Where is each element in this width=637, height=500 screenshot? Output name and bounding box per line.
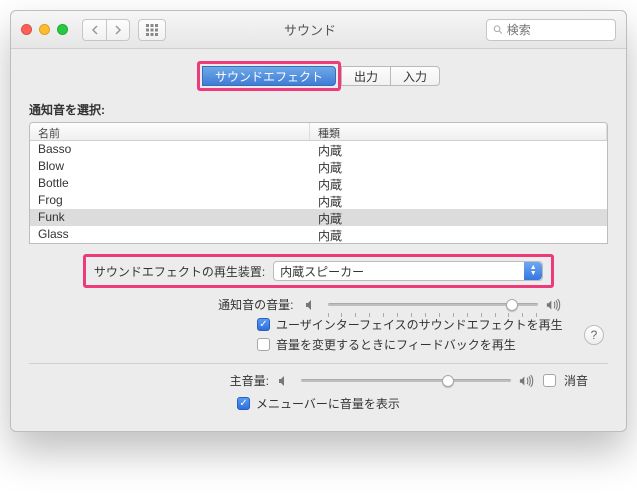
cell-name: Blow	[30, 158, 310, 175]
cell-kind: 内蔵	[310, 192, 607, 209]
device-row-wrap: サウンドエフェクトの再生装置: 内蔵スピーカー ▲▼	[83, 254, 554, 288]
close-icon[interactable]	[21, 24, 32, 35]
alert-volume-slider[interactable]	[328, 297, 538, 313]
divider	[29, 363, 608, 364]
nav-buttons	[82, 19, 130, 41]
alert-volume-row: 通知音の音量:	[29, 296, 608, 313]
minimize-icon[interactable]	[39, 24, 50, 35]
cell-kind: 内蔵	[310, 226, 607, 243]
tab-output[interactable]: 出力	[341, 66, 391, 86]
table-row[interactable]: Glass内蔵	[30, 226, 607, 243]
cell-name: Glass	[30, 226, 310, 243]
table-row[interactable]: Bottle内蔵	[30, 175, 607, 192]
feedback-label: 音量を変更するときにフィードバックを再生	[276, 336, 516, 353]
annotation-highlight: サウンドエフェクトの再生装置: 内蔵スピーカー ▲▼	[83, 254, 554, 288]
sound-preference-window: サウンド サウンドエフェクト 出力 入力 通知音を選択: 名前 種類 Basso…	[10, 10, 627, 432]
speaker-high-icon	[546, 298, 562, 312]
device-label: サウンドエフェクトの再生装置:	[94, 263, 265, 280]
cell-name: Basso	[30, 141, 310, 158]
tab-sound-effects[interactable]: サウンドエフェクト	[202, 66, 336, 86]
alert-sound-table: 名前 種類 Basso内蔵Blow内蔵Bottle内蔵Frog内蔵Funk内蔵G…	[29, 122, 608, 244]
col-name[interactable]: 名前	[30, 123, 310, 140]
cell-name: Frog	[30, 192, 310, 209]
checks-area: ユーザインターフェイスのサウンドエフェクトを再生 音量を変更するときにフィードバ…	[29, 316, 608, 353]
back-button[interactable]	[82, 19, 106, 41]
table-header: 名前 種類	[30, 123, 607, 141]
menubar-label: メニューバーに音量を表示	[256, 395, 400, 412]
speaker-low-icon	[304, 298, 320, 312]
speaker-high-icon	[519, 374, 535, 388]
window-controls	[21, 24, 68, 35]
table-row[interactable]: Blow内蔵	[30, 158, 607, 175]
forward-button[interactable]	[106, 19, 130, 41]
mute-label: 消音	[564, 372, 588, 389]
window-title: サウンド	[158, 20, 462, 39]
speaker-low-icon	[277, 374, 293, 388]
alert-sound-label: 通知音を選択:	[29, 101, 608, 118]
tabs-row: サウンドエフェクト 出力 入力	[29, 61, 608, 91]
zoom-icon[interactable]	[57, 24, 68, 35]
col-kind[interactable]: 種類	[310, 123, 607, 140]
feedback-checkbox-row: 音量を変更するときにフィードバックを再生	[257, 336, 608, 353]
cell-kind: 内蔵	[310, 175, 607, 192]
ui-sfx-checkbox-row: ユーザインターフェイスのサウンドエフェクトを再生	[257, 316, 608, 333]
table-body: Basso内蔵Blow内蔵Bottle内蔵Frog内蔵Funk内蔵Glass内蔵	[30, 141, 607, 243]
search-input[interactable]	[507, 23, 609, 37]
cell-name: Funk	[30, 209, 310, 226]
cell-kind: 内蔵	[310, 209, 607, 226]
main-volume-label: 主音量:	[49, 372, 269, 389]
titlebar: サウンド	[11, 11, 626, 49]
table-row[interactable]: Funk内蔵	[30, 209, 607, 226]
device-value: 内蔵スピーカー	[280, 263, 364, 280]
table-row[interactable]: Basso内蔵	[30, 141, 607, 158]
help-button[interactable]: ?	[584, 325, 604, 345]
device-select[interactable]: 内蔵スピーカー ▲▼	[273, 261, 543, 281]
cell-kind: 内蔵	[310, 141, 607, 158]
ui-sfx-label: ユーザインターフェイスのサウンドエフェクトを再生	[276, 316, 563, 333]
table-row[interactable]: Frog内蔵	[30, 192, 607, 209]
cell-kind: 内蔵	[310, 158, 607, 175]
feedback-checkbox[interactable]	[257, 338, 270, 351]
cell-name: Bottle	[30, 175, 310, 192]
select-arrows-icon: ▲▼	[524, 262, 542, 280]
menubar-checkbox[interactable]	[237, 397, 250, 410]
annotation-highlight: サウンドエフェクト	[197, 61, 341, 91]
content: サウンドエフェクト 出力 入力 通知音を選択: 名前 種類 Basso内蔵Blo…	[11, 49, 626, 431]
alert-volume-label: 通知音の音量:	[76, 296, 296, 313]
device-row: サウンドエフェクトの再生装置: 内蔵スピーカー ▲▼	[94, 261, 543, 281]
menubar-checkbox-row: メニューバーに音量を表示	[29, 395, 608, 412]
ui-sfx-checkbox[interactable]	[257, 318, 270, 331]
search-field[interactable]	[486, 19, 616, 41]
main-volume-slider[interactable]	[301, 373, 511, 389]
tab-input[interactable]: 入力	[391, 66, 440, 86]
mute-checkbox[interactable]	[543, 374, 556, 387]
main-volume-row: 主音量: 消音	[29, 372, 608, 389]
